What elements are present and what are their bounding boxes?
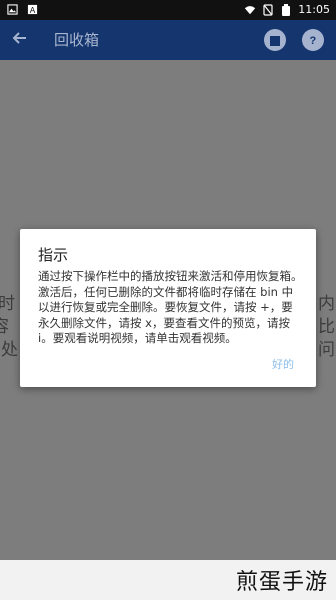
gallery-icon — [6, 3, 18, 15]
background-text: 时 — [0, 294, 15, 314]
text-icon: A — [26, 3, 38, 15]
watermark: 煎蛋手游 — [235, 570, 328, 595]
dialog-title: 指示 — [38, 246, 69, 264]
background-text: 容 — [0, 317, 9, 337]
app-bar: 回收箱 ? — [0, 20, 336, 60]
arrow-left-icon — [12, 30, 28, 51]
battery-icon — [280, 3, 292, 16]
background-text: 问 — [318, 340, 335, 360]
help-icon: ? — [307, 31, 319, 50]
bottom-bar: 煎蛋手游 — [0, 560, 336, 600]
status-right: 11:05 — [244, 3, 330, 16]
background-text: 比 — [318, 317, 335, 337]
status-bar: A 11:05 — [0, 0, 336, 20]
ok-button[interactable]: 好的 — [272, 356, 294, 372]
status-left: A — [6, 3, 38, 15]
instructions-dialog: 指示 通过按下操作栏中的播放按钮来激活和停用恢复箱。激活后，任何已删除的文件都将… — [20, 229, 316, 387]
page-title: 回收箱 — [54, 31, 100, 49]
stop-button[interactable] — [264, 29, 286, 51]
stop-icon — [270, 31, 280, 50]
no-sim-icon — [262, 3, 274, 16]
help-button[interactable]: ? — [302, 29, 324, 51]
background-text: 处 — [1, 340, 18, 360]
svg-text:?: ? — [310, 35, 317, 46]
dialog-message: 通过按下操作栏中的播放按钮来激活和停用恢复箱。激活后，任何已删除的文件都将临时存… — [38, 269, 303, 345]
wifi-icon — [244, 4, 256, 16]
back-button[interactable] — [12, 30, 28, 51]
background-text: 内 — [318, 294, 335, 314]
status-time: 11:05 — [298, 3, 330, 16]
svg-text:A: A — [29, 6, 35, 15]
